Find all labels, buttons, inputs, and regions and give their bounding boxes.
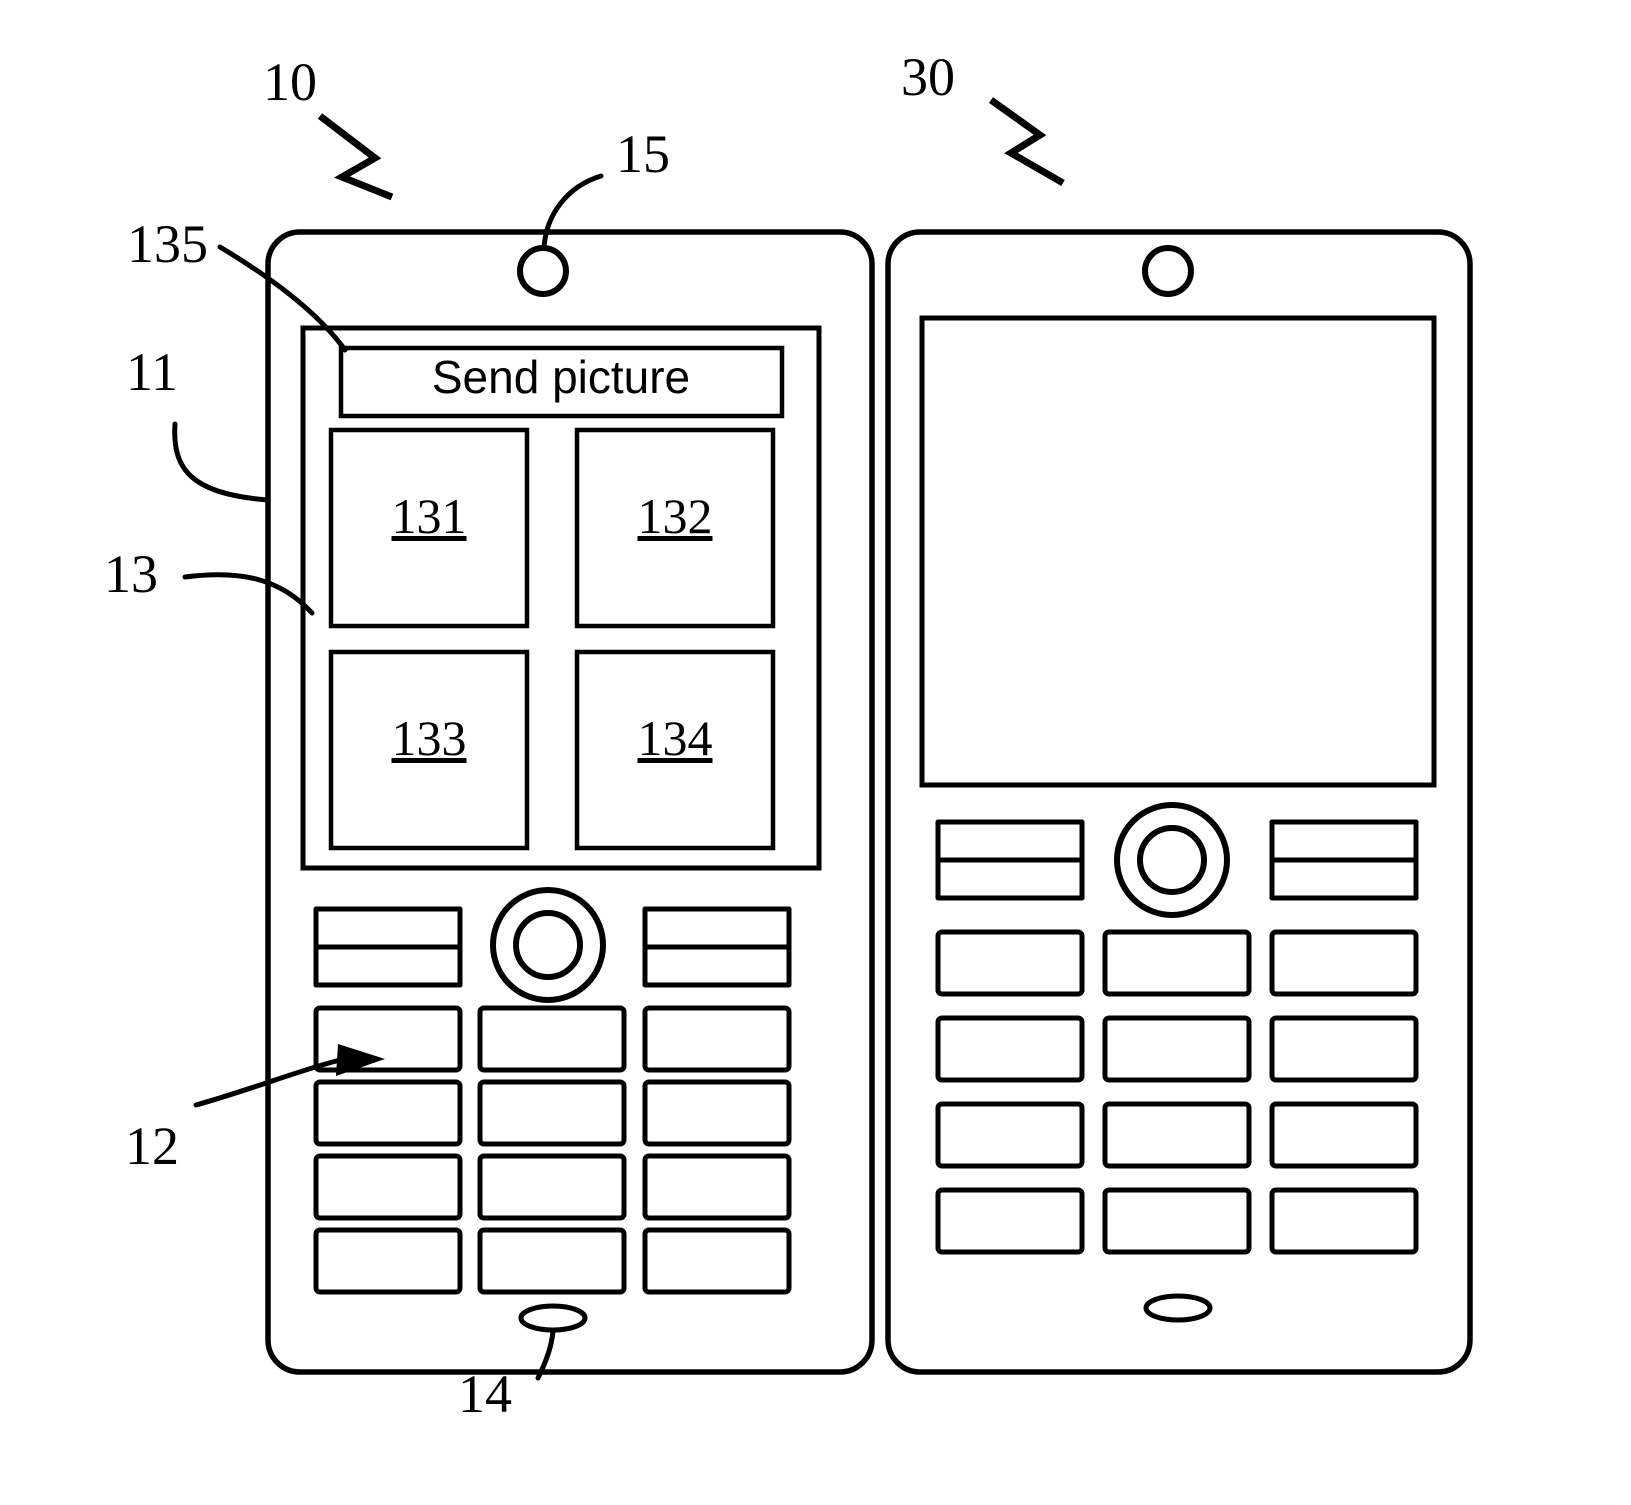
left-phone-display[interactable]	[300, 325, 822, 871]
figure-canvas: Send picture 131 132 133 134 10 30 15 13…	[104, 47, 1473, 1424]
right-phone-microphone-icon	[1143, 1293, 1213, 1323]
right-phone-keypad-key[interactable]	[935, 1015, 1085, 1083]
keypad-key[interactable]	[477, 1153, 627, 1221]
keypad-key[interactable]	[642, 1153, 792, 1221]
right-phone-keypad-key[interactable]	[1269, 1187, 1419, 1255]
ref-leader-30	[988, 97, 1065, 187]
keypad-key[interactable]	[477, 1227, 627, 1295]
ref-leader-11	[172, 421, 271, 503]
ref-label-15: 15	[616, 124, 670, 184]
ref-label-13: 13	[104, 544, 158, 604]
callout-11: 11	[126, 342, 271, 503]
keypad-key[interactable]	[642, 1079, 792, 1147]
ref-leader-135	[217, 244, 348, 353]
right-phone-keypad[interactable]	[935, 802, 1419, 1255]
right-phone-keypad-key[interactable]	[1102, 929, 1252, 997]
ref-leader-10	[317, 113, 394, 201]
microphone-icon	[518, 1303, 588, 1333]
thumbnail-131-label: 131	[392, 488, 467, 544]
right-phone-keypad-key[interactable]	[1269, 929, 1419, 997]
right-phone-keypad-key[interactable]	[1269, 1101, 1419, 1169]
right-phone-navigation-key-inner-icon[interactable]	[1137, 825, 1207, 895]
earpiece-icon	[517, 245, 569, 297]
right-phone-keypad-key[interactable]	[935, 929, 1085, 997]
keypad-key[interactable]	[313, 1227, 463, 1295]
navigation-key-outer-icon[interactable]	[490, 887, 606, 1003]
ref-label-12: 12	[125, 1116, 179, 1176]
left-phone-keypad[interactable]	[313, 887, 792, 1295]
ref-label-135: 135	[127, 214, 208, 274]
right-phone-keypad-key[interactable]	[1102, 1101, 1252, 1169]
right-phone-display[interactable]	[919, 315, 1437, 788]
right-phone-keypad-key[interactable]	[1102, 1015, 1252, 1083]
callout-13: 13	[104, 544, 315, 616]
thumbnail-132-label: 132	[638, 488, 713, 544]
right-phone-earpiece-icon	[1142, 245, 1194, 297]
ref-label-30: 30	[901, 47, 955, 107]
ref-label-14: 14	[458, 1364, 512, 1424]
left-phone-title-bar-text: Send picture	[432, 351, 690, 403]
ref-leader-15	[541, 173, 604, 251]
left-phone[interactable]: Send picture 131 132 133 134	[265, 229, 875, 1375]
thumbnail-134-label: 134	[638, 710, 713, 766]
keypad-key[interactable]	[642, 1227, 792, 1295]
callout-10: 10	[263, 52, 394, 201]
right-phone-housing[interactable]	[885, 229, 1473, 1375]
right-phone-keypad-key[interactable]	[1102, 1187, 1252, 1255]
navigation-key-inner-icon[interactable]	[513, 910, 583, 980]
thumbnail-133-label: 133	[392, 710, 467, 766]
right-phone[interactable]	[885, 229, 1473, 1375]
keypad-key[interactable]	[477, 1079, 627, 1147]
patent-figure: Send picture 131 132 133 134 10 30 15 13…	[0, 0, 1631, 1505]
right-phone-keypad-key[interactable]	[935, 1101, 1085, 1169]
callout-30: 30	[901, 47, 1065, 187]
right-phone-keypad-key[interactable]	[1269, 1015, 1419, 1083]
right-phone-keypad-key[interactable]	[935, 1187, 1085, 1255]
keypad-key[interactable]	[477, 1005, 627, 1073]
keypad-key[interactable]	[642, 1005, 792, 1073]
right-phone-navigation-key-outer-icon[interactable]	[1114, 802, 1230, 918]
ref-label-11: 11	[126, 342, 178, 402]
keypad-key[interactable]	[313, 1079, 463, 1147]
ref-label-10: 10	[263, 52, 317, 112]
keypad-key[interactable]	[313, 1153, 463, 1221]
callout-14: 14	[458, 1328, 556, 1424]
ref-leader-13	[182, 572, 315, 616]
